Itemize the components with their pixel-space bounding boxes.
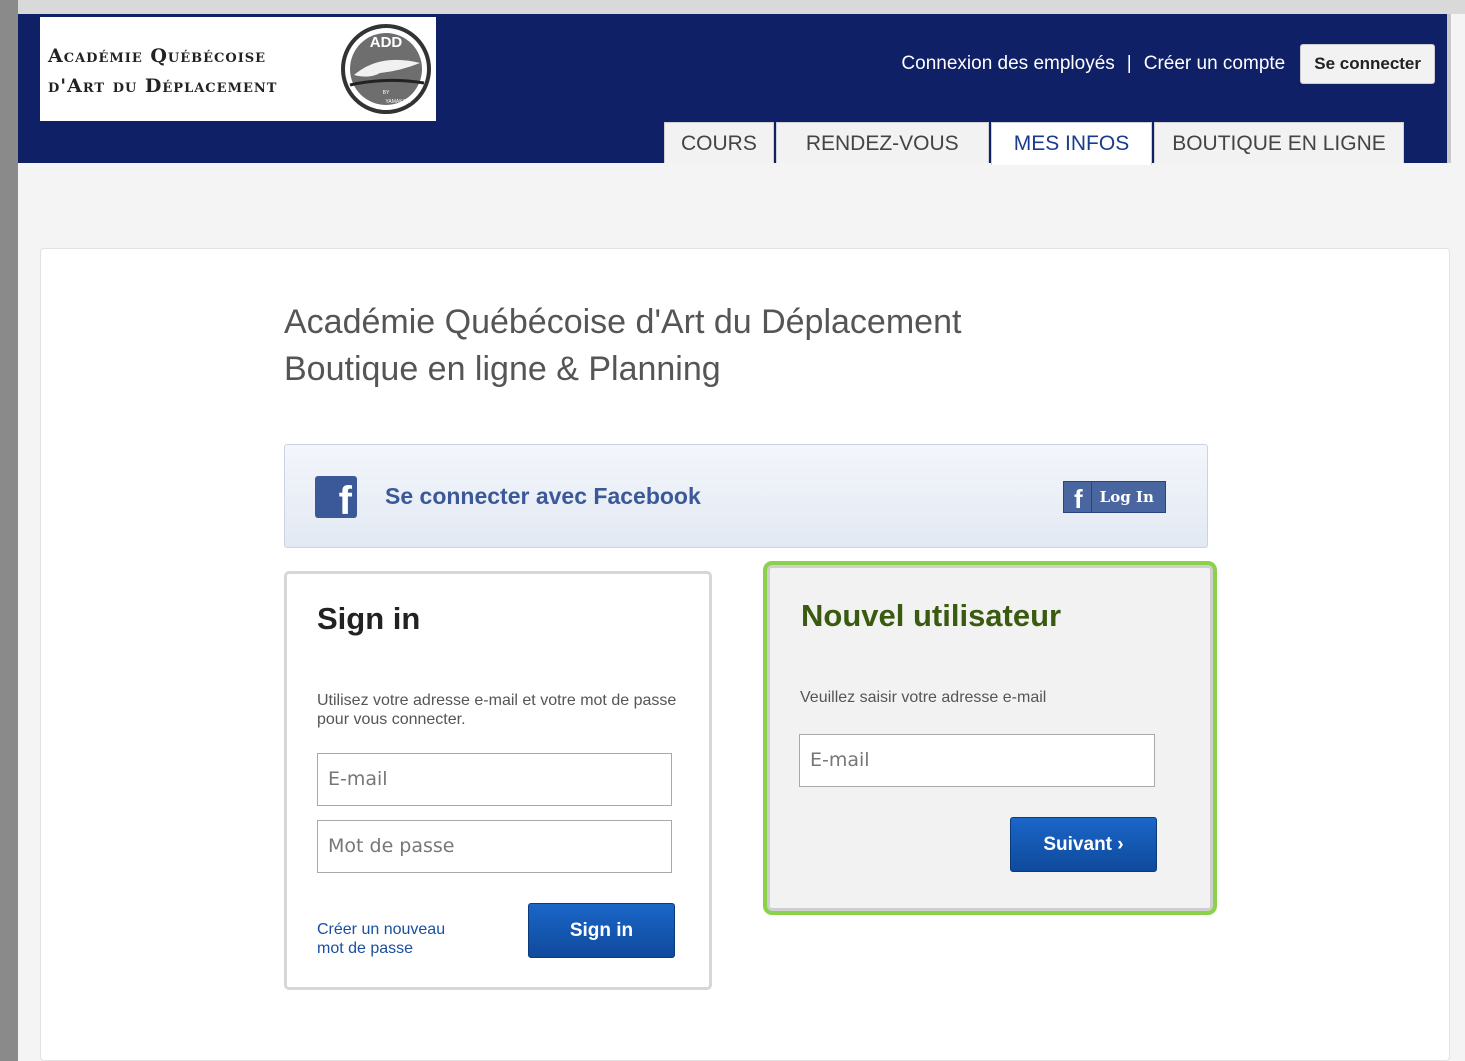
logo-line-2: d'Art du Déplacement xyxy=(48,75,278,97)
connect-button[interactable]: Se connecter xyxy=(1300,44,1435,84)
new-user-email-field[interactable]: E-mail xyxy=(799,734,1155,787)
site-logo[interactable]: Académie Québécoise d'Art du Déplacement… xyxy=(40,17,436,121)
logo-seal-icon: ADD BY YAMAKASI xyxy=(341,24,431,114)
facebook-icon: f xyxy=(315,476,357,518)
next-button[interactable]: Suivant › xyxy=(1010,817,1157,872)
create-account-link[interactable]: Créer un compte xyxy=(1144,53,1286,75)
signin-button[interactable]: Sign in xyxy=(528,903,675,958)
reset-password-link-line-1: Créer un nouveau xyxy=(317,921,446,938)
tab-rendez-vous[interactable]: RENDEZ-VOUS xyxy=(775,122,989,163)
link-separator: | xyxy=(1126,53,1132,74)
facebook-f-icon: f xyxy=(1064,482,1092,514)
seal-yamakasi-text: YAMAKASI xyxy=(385,99,410,105)
page-title: Académie Québécoise d'Art du Déplacement… xyxy=(284,299,961,393)
facebook-login-label: Log In xyxy=(1099,488,1154,506)
tab-cours[interactable]: COURS xyxy=(664,122,774,163)
header-links: Connexion des employés | Créer un compte… xyxy=(901,44,1435,84)
logo-text: Académie Québécoise d'Art du Déplacement xyxy=(48,41,338,101)
new-user-title: Nouvel utilisateur xyxy=(801,598,1062,633)
reset-password-link-line-2: mot de passe xyxy=(317,940,414,957)
signin-panel: Sign in Utilisez votre adresse e-mail et… xyxy=(284,571,712,990)
tab-mes-infos[interactable]: MES INFOS xyxy=(990,122,1153,165)
logo-line-1: Académie Québécoise xyxy=(48,45,267,67)
facebook-login-text[interactable]: Se connecter avec Facebook xyxy=(385,483,701,510)
seal-by-text: BY xyxy=(383,90,390,96)
employee-login-link[interactable]: Connexion des employés xyxy=(901,53,1114,75)
facebook-login-bar[interactable]: f Se connecter avec Facebook f Log In xyxy=(284,444,1208,548)
signin-title: Sign in xyxy=(317,601,421,636)
signin-email-field[interactable]: E-mail xyxy=(317,753,672,806)
window-left-frame xyxy=(0,0,18,1061)
new-user-panel: Nouvel utilisateur Veuillez saisir votre… xyxy=(767,565,1213,911)
page-title-line-2: Boutique en ligne & Planning xyxy=(284,350,721,388)
seal-add-text: ADD xyxy=(370,34,403,51)
content-card: Académie Québécoise d'Art du Déplacement… xyxy=(40,248,1450,1061)
signin-description: Utilisez votre adresse e-mail et votre m… xyxy=(317,692,677,728)
reset-password-link[interactable]: Créer un nouveau mot de passe xyxy=(317,920,445,958)
signin-password-field[interactable]: Mot de passe xyxy=(317,820,672,873)
window-top-edge xyxy=(0,0,1465,14)
tab-boutique-en-ligne[interactable]: BOUTIQUE EN LIGNE xyxy=(1154,122,1404,163)
main-tabs: COURS RENDEZ-VOUS MES INFOS BOUTIQUE EN … xyxy=(664,122,1406,165)
facebook-login-button[interactable]: f Log In xyxy=(1063,481,1166,514)
page-title-line-1: Académie Québécoise d'Art du Déplacement xyxy=(284,303,962,341)
site-header: Académie Québécoise d'Art du Déplacement… xyxy=(18,14,1451,165)
new-user-description: Veuillez saisir votre adresse e-mail xyxy=(800,689,1047,706)
